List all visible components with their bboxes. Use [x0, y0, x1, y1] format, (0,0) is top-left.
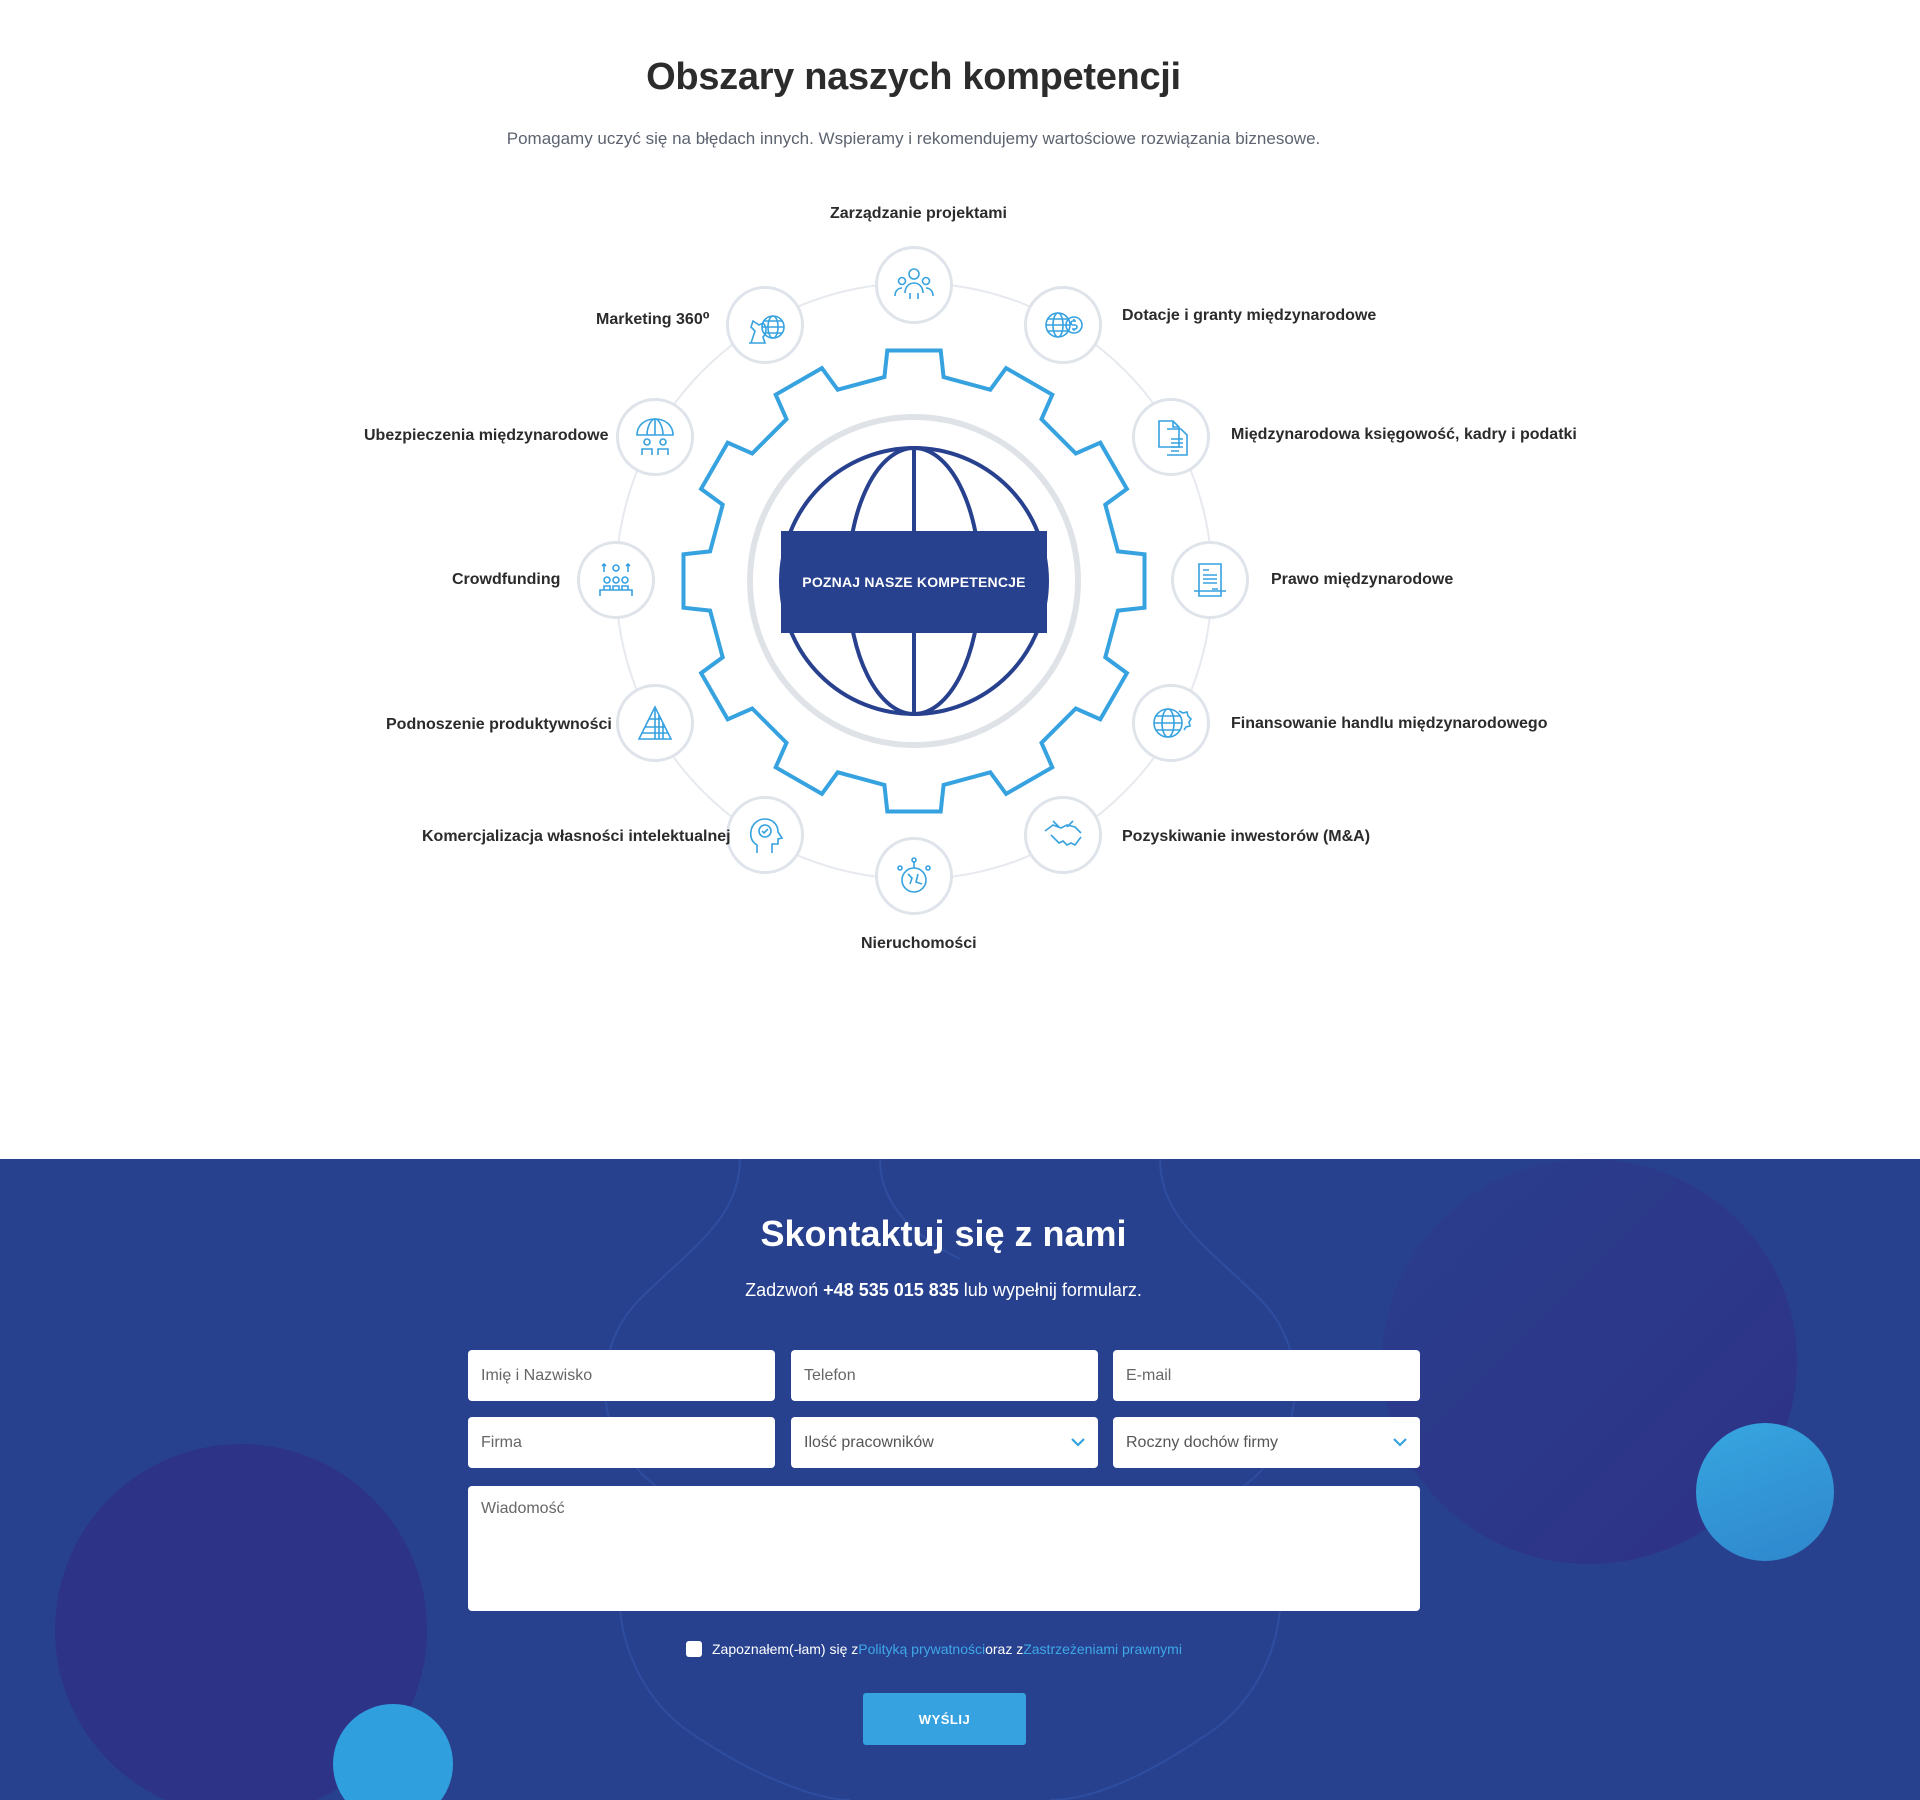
documents-icon [1158, 420, 1188, 456]
label-ip-commercialization: Komercjalizacja własności intelektualnej [422, 828, 731, 845]
node-project-management[interactable] [875, 246, 953, 324]
node-law[interactable] [1171, 541, 1249, 619]
chevron-down-icon [1393, 1438, 1407, 1447]
node-marketing[interactable] [726, 286, 804, 364]
label-investors: Pozyskiwanie inwestorów (M&A) [1122, 828, 1371, 845]
employees-select-value: Ilość pracowników [804, 1433, 934, 1451]
explore-competences-button[interactable]: POZNAJ NASZE KOMPETENCJE [781, 531, 1047, 633]
node-productivity[interactable] [616, 684, 694, 762]
employees-select[interactable]: Ilość pracowników [791, 1417, 1098, 1468]
submit-button[interactable]: WYŚLIJ [863, 1693, 1026, 1745]
label-law: Prawo międzynarodowe [1271, 571, 1454, 588]
handshake-icon [1044, 820, 1082, 847]
label-productivity: Podnoszenie produktywności [386, 716, 612, 733]
node-trade-finance[interactable] [1132, 684, 1210, 762]
phone-input[interactable] [791, 1350, 1098, 1401]
globe-coin-icon [1045, 312, 1083, 338]
label-insurance: Ubezpieczenia międzynarodowe [364, 427, 609, 444]
node-investors[interactable] [1024, 796, 1102, 874]
contract-icon [1194, 563, 1226, 597]
label-project-management: Zarządzanie projektami [830, 205, 1007, 222]
pyramid-icon [637, 705, 673, 740]
income-select[interactable]: Roczny dochów firmy [1113, 1417, 1420, 1468]
chevron-down-icon [1071, 1438, 1085, 1447]
people-icon [894, 268, 934, 299]
contact-title: Skontaktuj się z nami [760, 1213, 1127, 1254]
chess-globe-icon [749, 315, 785, 344]
label-marketing: Marketing 360⁰ [596, 311, 710, 328]
label-grants: Dotacje i granty międzynarodowe [1122, 307, 1377, 324]
consent-middle: oraz z [985, 1641, 1024, 1657]
label-real-estate: Nieruchomości [861, 935, 977, 952]
node-insurance[interactable] [616, 398, 694, 476]
legal-notice-link[interactable]: Zastrzeżeniami prawnymi [1023, 1641, 1182, 1657]
consent-checkbox[interactable] [686, 1641, 702, 1657]
competences-section: Obszary naszych kompetencji Pomagamy ucz… [0, 0, 1920, 1159]
node-crowdfunding[interactable] [577, 541, 655, 619]
name-input[interactable] [468, 1350, 775, 1401]
company-input[interactable] [468, 1417, 775, 1468]
message-textarea[interactable] [468, 1486, 1420, 1611]
privacy-policy-link[interactable]: Polityką prywatności [858, 1641, 985, 1657]
crowd-icon [599, 562, 633, 596]
globe-gear-icon [1153, 708, 1193, 738]
competence-diagram: POZNAJ NASZE KOMPETENCJE Zarządzanie pro… [0, 0, 1920, 1159]
node-grants[interactable] [1024, 286, 1102, 364]
contact-subtitle: Zadzwoń +48 535 015 835 lub wypełnij for… [0, 1280, 1887, 1301]
call-prefix: Zadzwoń [745, 1280, 824, 1300]
node-accounting[interactable] [1132, 398, 1210, 476]
contact-section: Skontaktuj się z nami Zadzwoń +48 535 01… [0, 1159, 1920, 1800]
call-suffix: lub wypełnij formularz. [958, 1280, 1142, 1300]
node-ip-commercialization[interactable] [726, 796, 804, 874]
location-network-icon [897, 857, 931, 893]
umbrella-people-icon [636, 418, 674, 455]
consent-row: Zapoznałem(-łam) się z Polityką prywatno… [686, 1641, 1182, 1657]
label-accounting: Międzynarodowa księgowość, kadry i podat… [1231, 426, 1577, 443]
node-real-estate[interactable] [875, 837, 953, 915]
consent-prefix: Zapoznałem(-łam) się z [712, 1641, 859, 1657]
label-trade-finance: Finansowanie handlu międzynarodowego [1231, 715, 1548, 732]
phone-number[interactable]: +48 535 015 835 [823, 1280, 959, 1300]
income-select-value: Roczny dochów firmy [1126, 1433, 1279, 1451]
email-input[interactable] [1113, 1350, 1420, 1401]
head-idea-icon [749, 818, 784, 853]
label-crowdfunding: Crowdfunding [452, 571, 561, 588]
